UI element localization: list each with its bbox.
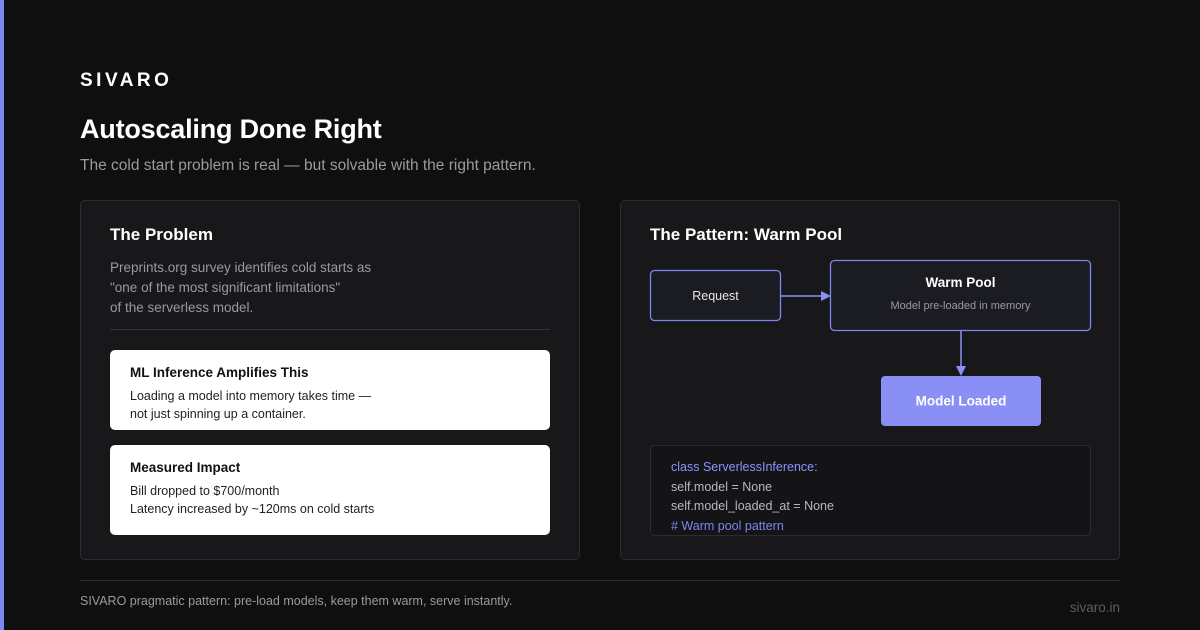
quote-line: "one of the most significant limitations… — [110, 280, 341, 295]
footer-text: SIVARO pragmatic pattern: pre-load model… — [80, 594, 513, 608]
problem-title: The Problem — [110, 225, 213, 244]
accent-bar — [0, 0, 4, 630]
card-line: Loading a model into memory takes time — — [130, 389, 372, 403]
measured-impact-card: Measured Impact Bill dropped to $700/mon… — [110, 445, 550, 535]
card-body: Bill dropped to $700/month Latency incre… — [130, 482, 530, 518]
code-line: class ServerlessInference: — [671, 460, 818, 474]
code-line: self.model_loaded_at = None — [671, 499, 834, 513]
page-subtitle: The cold start problem is real — but sol… — [80, 157, 536, 174]
warm-pool-subtitle: Model pre-loaded in memory — [890, 300, 1031, 312]
card-line: Bill dropped to $700/month — [130, 484, 280, 498]
quote-line: of the serverless model. — [110, 300, 254, 315]
card-title: ML Inference Amplifies This — [130, 365, 309, 380]
pattern-panel: The Pattern: Warm Pool Request Warm Pool… — [620, 200, 1120, 560]
page: SIVARO Autoscaling Done Right The cold s… — [0, 0, 1200, 630]
warm-pool-node: Warm Pool Model pre-loaded in memory — [829, 259, 1092, 332]
card-body: Loading a model into memory takes time —… — [130, 387, 530, 423]
brand-logo: SIVARO — [80, 70, 173, 91]
page-title: Autoscaling Done Right — [80, 114, 382, 144]
request-node: Request — [649, 269, 782, 322]
divider — [110, 329, 550, 330]
code-line: self.model = None — [671, 479, 773, 494]
quote-line: Preprints.org survey identifies cold sta… — [110, 260, 372, 275]
card-title: Measured Impact — [130, 460, 241, 475]
ml-inference-card: ML Inference Amplifies This Loading a mo… — [110, 350, 550, 430]
survey-quote: Preprints.org survey identifies cold sta… — [110, 258, 371, 318]
model-loaded-node: Model Loaded — [881, 376, 1041, 426]
card-line: not just spinning up a container. — [130, 407, 306, 421]
request-label: Request — [692, 289, 739, 303]
card-line: Latency increased by ~120ms on cold star… — [130, 502, 375, 516]
code-snippet: class ServerlessInference: self.model = … — [650, 445, 1091, 536]
footer-url[interactable]: sivaro.in — [1070, 600, 1120, 615]
problem-panel: The Problem Preprints.org survey identif… — [80, 200, 580, 560]
footer-divider — [80, 580, 1120, 581]
code-comment: # Warm pool pattern — [671, 518, 784, 533]
model-loaded-label: Model Loaded — [916, 394, 1007, 409]
warm-pool-title: Warm Pool — [925, 275, 995, 290]
